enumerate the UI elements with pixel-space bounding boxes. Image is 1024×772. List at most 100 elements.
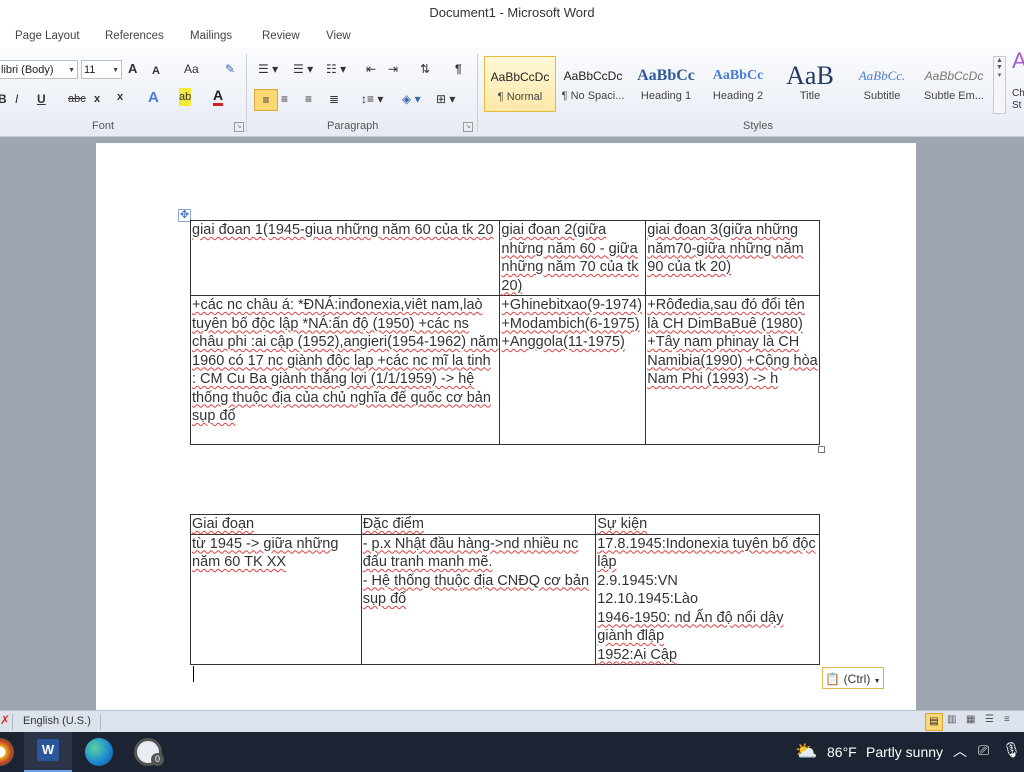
print-layout-view-icon[interactable]: ▤ (925, 713, 943, 731)
align-center-icon[interactable]: ≡ (281, 90, 288, 108)
font-group-label: Font (92, 120, 115, 132)
temperature[interactable]: 86°F (827, 744, 857, 760)
borders-icon[interactable]: ⊞ ▾ (436, 90, 455, 108)
table-header-cell[interactable]: Giai đoạn (190, 514, 362, 535)
underline-button[interactable]: U (37, 90, 46, 108)
outline-view-icon[interactable]: ☰ (985, 714, 994, 725)
style-label: Subtle Em... (924, 90, 984, 102)
highlight-button[interactable]: ab (179, 88, 192, 106)
bold-button[interactable]: B (0, 90, 7, 108)
style-subtle-emphasis[interactable]: AaBbCcDc Subtle Em... (918, 56, 990, 112)
table-cell[interactable]: - p.x Nhật đầu hàng->nd nhiều nc đấu tra… (360, 533, 597, 665)
summary-table[interactable]: Giai đoạn Đặc điểm Sự kiện từ 1945 -> gi… (190, 514, 820, 665)
table-cell[interactable]: +các nc châu á: *ĐNÁ:inđonexia,viêt nam,… (189, 295, 501, 445)
style-label: ¶ No Spaci... (561, 90, 625, 102)
paste-options-button[interactable]: 📋 (Ctrl) ▼ (822, 667, 884, 689)
tab-view[interactable]: View (326, 30, 351, 42)
dialog-launcher-icon[interactable]: ↘ (234, 122, 244, 132)
document-page[interactable]: ✥ giai đoan 1(1945-giua những năm 60 của… (96, 143, 916, 713)
table-cell[interactable]: giai đoan 1(1945-giua những năm 60 của t… (189, 220, 501, 296)
font-size-combo[interactable]: 11 ▼ (81, 60, 122, 79)
change-styles-label[interactable]: Ch St (1012, 88, 1024, 112)
grow-font-button[interactable]: A (128, 60, 137, 78)
font-name-combo[interactable]: libri (Body) ▼ (0, 60, 78, 79)
change-styles-icon[interactable]: A (1012, 50, 1024, 72)
status-divider (100, 714, 101, 730)
subscript-button[interactable]: x (94, 90, 100, 108)
full-screen-reading-icon[interactable]: ▥ (947, 714, 956, 725)
shrink-font-button[interactable]: A (152, 62, 160, 80)
align-left-icon[interactable]: ≡ (254, 89, 278, 111)
style-label: ¶ Normal (497, 91, 543, 103)
history-stages-table[interactable]: giai đoan 1(1945-giua những năm 60 của t… (189, 220, 820, 445)
justify-icon[interactable]: ≣ (329, 90, 339, 108)
proofing-error-icon[interactable]: ✗ (0, 713, 10, 727)
weather-text[interactable]: Partly sunny (866, 744, 943, 760)
styles-gallery-scroll[interactable]: ▲ ▼ ▾ (993, 56, 1006, 114)
cell-text: +các nc châu á: *ĐNÁ:inđonexia,viêt nam,… (192, 297, 499, 424)
cell-text: giai đoan 3(giữa những năm70-giữa những … (647, 222, 804, 275)
align-right-icon[interactable]: ≡ (305, 90, 312, 108)
table-header-cell[interactable]: Sự kiện (595, 514, 820, 535)
change-case-button[interactable]: Aa (184, 60, 199, 78)
weather-icon[interactable]: ⛅ (795, 741, 817, 762)
browser-icon[interactable]: 0 (134, 738, 164, 766)
table-header-cell[interactable]: Đặc điểm (360, 514, 597, 535)
tab-mailings[interactable]: Mailings (190, 30, 232, 42)
sort-icon[interactable]: ⇅ (420, 60, 430, 78)
tab-references[interactable]: References (105, 30, 164, 42)
table-resize-handle[interactable] (818, 446, 825, 453)
table-cell[interactable]: giai đoan 2(giữa những năm 60 - giữa nhữ… (499, 220, 647, 296)
web-layout-icon[interactable]: ▦ (966, 714, 975, 725)
tab-page-layout[interactable]: Page Layout (15, 30, 80, 42)
cell-line: - p.x Nhật đầu hàng->nd nhiều nc đấu tra… (362, 535, 579, 571)
clear-formatting-icon[interactable]: ✎ (225, 60, 235, 78)
shading-icon[interactable]: ◈ ▾ (402, 90, 421, 108)
decrease-indent-icon[interactable]: ⇤ (366, 60, 376, 78)
ribbon-tabs: Page Layout References Mailings Review V… (0, 26, 1024, 48)
table-row: +các nc châu á: *ĐNÁ:inđonexia,viêt nam,… (189, 295, 820, 445)
increase-indent-icon[interactable]: ⇥ (388, 60, 398, 78)
strikethrough-button[interactable]: abc (68, 90, 86, 108)
header-text: Sự kiện (597, 516, 648, 532)
table-cell[interactable]: +Ghinebitxao(9-1974) +Modambich(6-1975) … (499, 295, 647, 445)
microphone-icon[interactable]: 🎙 (1002, 741, 1021, 759)
table-cell[interactable]: +Rôđedia,sau đó đổi tên là CH DimBaBuê (… (645, 295, 820, 445)
text-effects-button[interactable]: A (148, 89, 159, 107)
edge-icon[interactable] (85, 738, 113, 766)
table-cell[interactable]: từ 1945 -> giữa những năm 60 TK XX (190, 533, 362, 665)
show-marks-button[interactable]: ¶ (455, 60, 462, 78)
header-text: Giai đoạn (192, 516, 255, 532)
italic-button[interactable]: I (15, 90, 18, 108)
table-cell[interactable]: 17.8.1945:Indonexia tuyên bố độc lập 2.9… (595, 533, 820, 665)
cell-text: +Rôđedia,sau đó đổi tên là CH DimBaBuê (… (647, 297, 818, 387)
chevron-up-icon[interactable]: ︿ (953, 741, 967, 761)
chrome-icon[interactable] (0, 738, 14, 766)
multilevel-list-icon[interactable]: ☷ ▾ (326, 60, 346, 78)
group-divider (477, 54, 478, 132)
text-cursor (193, 666, 194, 682)
tab-review[interactable]: Review (262, 30, 300, 42)
bullets-icon[interactable]: ☰ ▾ (258, 60, 278, 78)
style-subtitle[interactable]: AaBbCc. Subtitle (846, 56, 918, 112)
numbering-icon[interactable]: ☰ ▾ (293, 60, 313, 78)
language-status[interactable]: English (U.S.) (23, 715, 91, 727)
font-color-button[interactable]: A (213, 88, 224, 106)
style-heading-1[interactable]: AaBbCc Heading 1 (630, 56, 702, 112)
superscript-button[interactable]: x (117, 88, 123, 106)
draft-view-icon[interactable]: ≡ (1004, 714, 1010, 725)
style-normal[interactable]: AaBbCcDc ¶ Normal (484, 56, 556, 112)
table-cell[interactable]: giai đoan 3(giữa những năm70-giữa những … (645, 220, 820, 296)
font-size-value: 11 (84, 64, 96, 76)
table-row: giai đoan 1(1945-giua những năm 60 của t… (189, 220, 820, 296)
table-header-row: Giai đoạn Đặc điểm Sự kiện (190, 514, 820, 535)
line-spacing-icon[interactable]: ↕≡ ▾ (361, 90, 383, 108)
meet-now-icon[interactable]: ⎚ (978, 742, 989, 759)
style-preview: AaBbCcDc (563, 69, 623, 83)
header-text: Đặc điểm (362, 516, 424, 532)
style-heading-2[interactable]: AaBbCc Heading 2 (702, 56, 774, 112)
dialog-launcher-icon[interactable]: ↘ (463, 122, 473, 132)
word-taskbar-button[interactable]: W (24, 732, 72, 772)
style-no-spacing[interactable]: AaBbCcDc ¶ No Spaci... (557, 56, 629, 112)
style-title[interactable]: AaB Title (774, 56, 846, 112)
